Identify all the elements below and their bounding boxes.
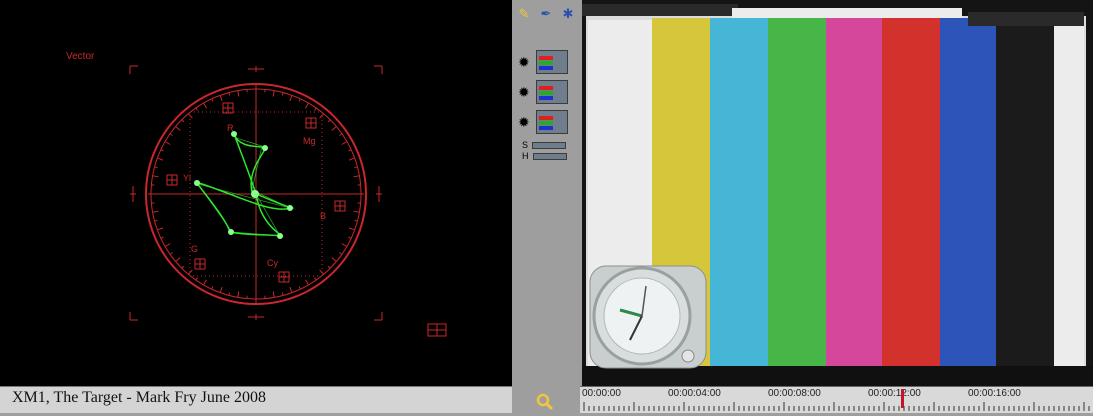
bar-white-right <box>1054 18 1084 368</box>
channel-swatch[interactable] <box>536 80 568 104</box>
bar-cyan <box>710 18 768 366</box>
hue-slider-row: H <box>522 151 567 161</box>
timeline-ticks <box>580 387 1093 413</box>
vector-trace <box>196 134 292 236</box>
channel-swatch[interactable] <box>536 110 568 134</box>
target-label-b: B <box>320 211 326 221</box>
hue-slider[interactable] <box>533 153 567 160</box>
color-wheel-icon[interactable]: ✱ <box>560 6 576 22</box>
channel-row-1: ✹ <box>518 50 568 74</box>
gear-icon[interactable]: ✹ <box>518 85 532 99</box>
target-box <box>279 272 289 282</box>
bar-blue <box>940 18 996 366</box>
bracket-tl <box>130 66 138 74</box>
hue-label: H <box>522 151 529 161</box>
bracket-tr <box>374 66 382 74</box>
bar-black <box>996 24 1054 368</box>
saturation-slider-row: S <box>522 140 566 150</box>
target-box <box>167 175 177 185</box>
pen-icon[interactable]: ✒ <box>538 6 554 22</box>
video-caption: XM1, The Target - Mark Fry June 2008 <box>12 389 266 407</box>
target-box <box>306 118 316 128</box>
video-preview <box>582 0 1093 386</box>
saturation-label: S <box>522 140 528 150</box>
color-bars-frame <box>582 0 1093 386</box>
target-box <box>195 259 205 269</box>
bracket-bl <box>130 312 138 320</box>
channel-row-2: ✹ <box>518 80 568 104</box>
bar-red <box>882 18 940 366</box>
target-label-cy: Cy <box>267 258 278 268</box>
target-label-r: R <box>227 123 234 133</box>
saturation-slider[interactable] <box>532 142 566 149</box>
bracket-br <box>374 312 382 320</box>
scope-title: Vector <box>66 51 94 62</box>
target-box <box>335 201 345 211</box>
brush-icon[interactable]: ✎ <box>516 6 532 22</box>
gear-icon[interactable]: ✹ <box>518 115 532 129</box>
bar-green <box>768 18 826 366</box>
target-box <box>223 103 233 113</box>
playhead[interactable] <box>901 389 904 408</box>
channel-swatch[interactable] <box>536 50 568 74</box>
target-label-g: G <box>191 244 198 254</box>
target-label-yl: Yl <box>183 173 191 183</box>
timeline-ruler[interactable]: 00:00:00 00:00:04:00 00:00:08:00 00:00:1… <box>580 386 1093 413</box>
channel-row-3: ✹ <box>518 110 568 134</box>
target-label-mg: Mg <box>303 136 316 146</box>
gear-icon[interactable]: ✹ <box>518 55 532 69</box>
bar-magenta <box>826 18 882 366</box>
magnifier-icon[interactable] <box>535 393 555 411</box>
clock-image <box>590 266 706 368</box>
